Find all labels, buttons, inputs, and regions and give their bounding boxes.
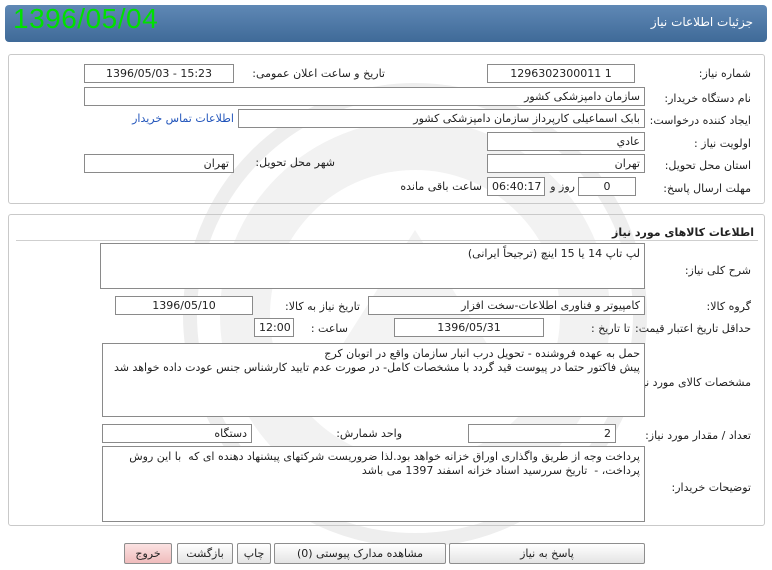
buyer-org-field: سازمان دامپزشکی کشور bbox=[84, 87, 645, 106]
deadline-label: مهلت ارسال پاسخ: bbox=[663, 182, 751, 195]
unit-label: واحد شمارش: bbox=[336, 427, 402, 440]
hour-label: ساعت : bbox=[310, 322, 348, 335]
creator-label: ایجاد کننده درخواست: bbox=[649, 114, 751, 127]
section-divider bbox=[16, 240, 758, 241]
need-number-label: شماره نیاز: bbox=[698, 67, 751, 80]
title-bar: 1396/05/04 جزئیات اطلاعات نیاز bbox=[5, 3, 767, 42]
qty-label: تعداد / مقدار مورد نیاز: bbox=[645, 429, 751, 442]
province-label: استان محل تحویل: bbox=[664, 159, 751, 172]
notes-field: پرداخت وجه از طریق واگذاری اوراق خزانه خ… bbox=[102, 446, 645, 522]
days-field: 0 bbox=[578, 177, 636, 196]
time-remaining-field: 06:40:17 bbox=[487, 177, 545, 196]
validity-date-field: 1396/05/31 bbox=[394, 318, 544, 337]
unit-field: دستگاه bbox=[102, 424, 252, 443]
exit-button[interactable]: خروج bbox=[124, 543, 172, 564]
date-stamp: 1396/05/04 bbox=[13, 3, 159, 34]
city-field: تهران bbox=[84, 154, 234, 173]
group-label: گروه کالا: bbox=[706, 300, 751, 313]
summary-field: لپ تاپ 14 یا 15 اینچ (ترجیحاً ایرانی) bbox=[100, 243, 645, 289]
announce-label: تاریخ و ساعت اعلان عمومی: bbox=[252, 67, 385, 80]
qty-field: 2 bbox=[468, 424, 616, 443]
announce-field: 1396/05/03 - 15:23 bbox=[84, 64, 234, 83]
specs-label: مشخصات کالای مورد نیاز: bbox=[630, 376, 751, 389]
remaining-label: ساعت باقی مانده bbox=[400, 180, 482, 193]
need-number-field: 1296302300011 1 bbox=[487, 64, 635, 83]
validity-time-field: 12:00 bbox=[254, 318, 294, 337]
validity-label: حداقل تاریخ اعتبار قیمت: bbox=[635, 322, 751, 335]
priority-field: عادي bbox=[487, 132, 645, 151]
view-attachments-button[interactable]: مشاهده مدارک پیوستی (0) bbox=[274, 543, 446, 564]
buyer-org-label: نام دستگاه خریدار: bbox=[664, 92, 751, 105]
creator-field: بابک اسماعیلی کارپرداز سازمان دامپزشکی ک… bbox=[238, 109, 645, 128]
city-label: شهر محل تحویل: bbox=[255, 156, 335, 169]
need-date-field: 1396/05/10 bbox=[115, 296, 253, 315]
contact-buyer-link[interactable]: اطلاعات تماس خریدار bbox=[132, 112, 234, 125]
notes-label: توضیحات خریدار: bbox=[671, 481, 752, 494]
province-field: تهران bbox=[487, 154, 645, 173]
back-button[interactable]: بازگشت bbox=[177, 543, 233, 564]
need-date-label: تاریخ نیاز به کالا: bbox=[285, 300, 360, 313]
until-label: تا تاریخ : bbox=[591, 322, 630, 335]
print-button[interactable]: چاپ bbox=[237, 543, 271, 564]
group-field: کامپیوتر و فناوری اطلاعات-سخت افزار bbox=[368, 296, 645, 315]
specs-field: حمل به عهده فروشنده - تحویل درب انبار سا… bbox=[102, 343, 645, 417]
summary-label: شرح کلی نیاز: bbox=[684, 264, 751, 277]
reply-button[interactable]: پاسخ به نیاز bbox=[449, 543, 645, 564]
page-title: جزئیات اطلاعات نیاز bbox=[650, 15, 753, 29]
goods-section-title: اطلاعات کالاهای مورد نیاز bbox=[612, 226, 754, 239]
days-label: روز و bbox=[550, 180, 575, 193]
priority-label: اولویت نیاز : bbox=[693, 137, 751, 150]
